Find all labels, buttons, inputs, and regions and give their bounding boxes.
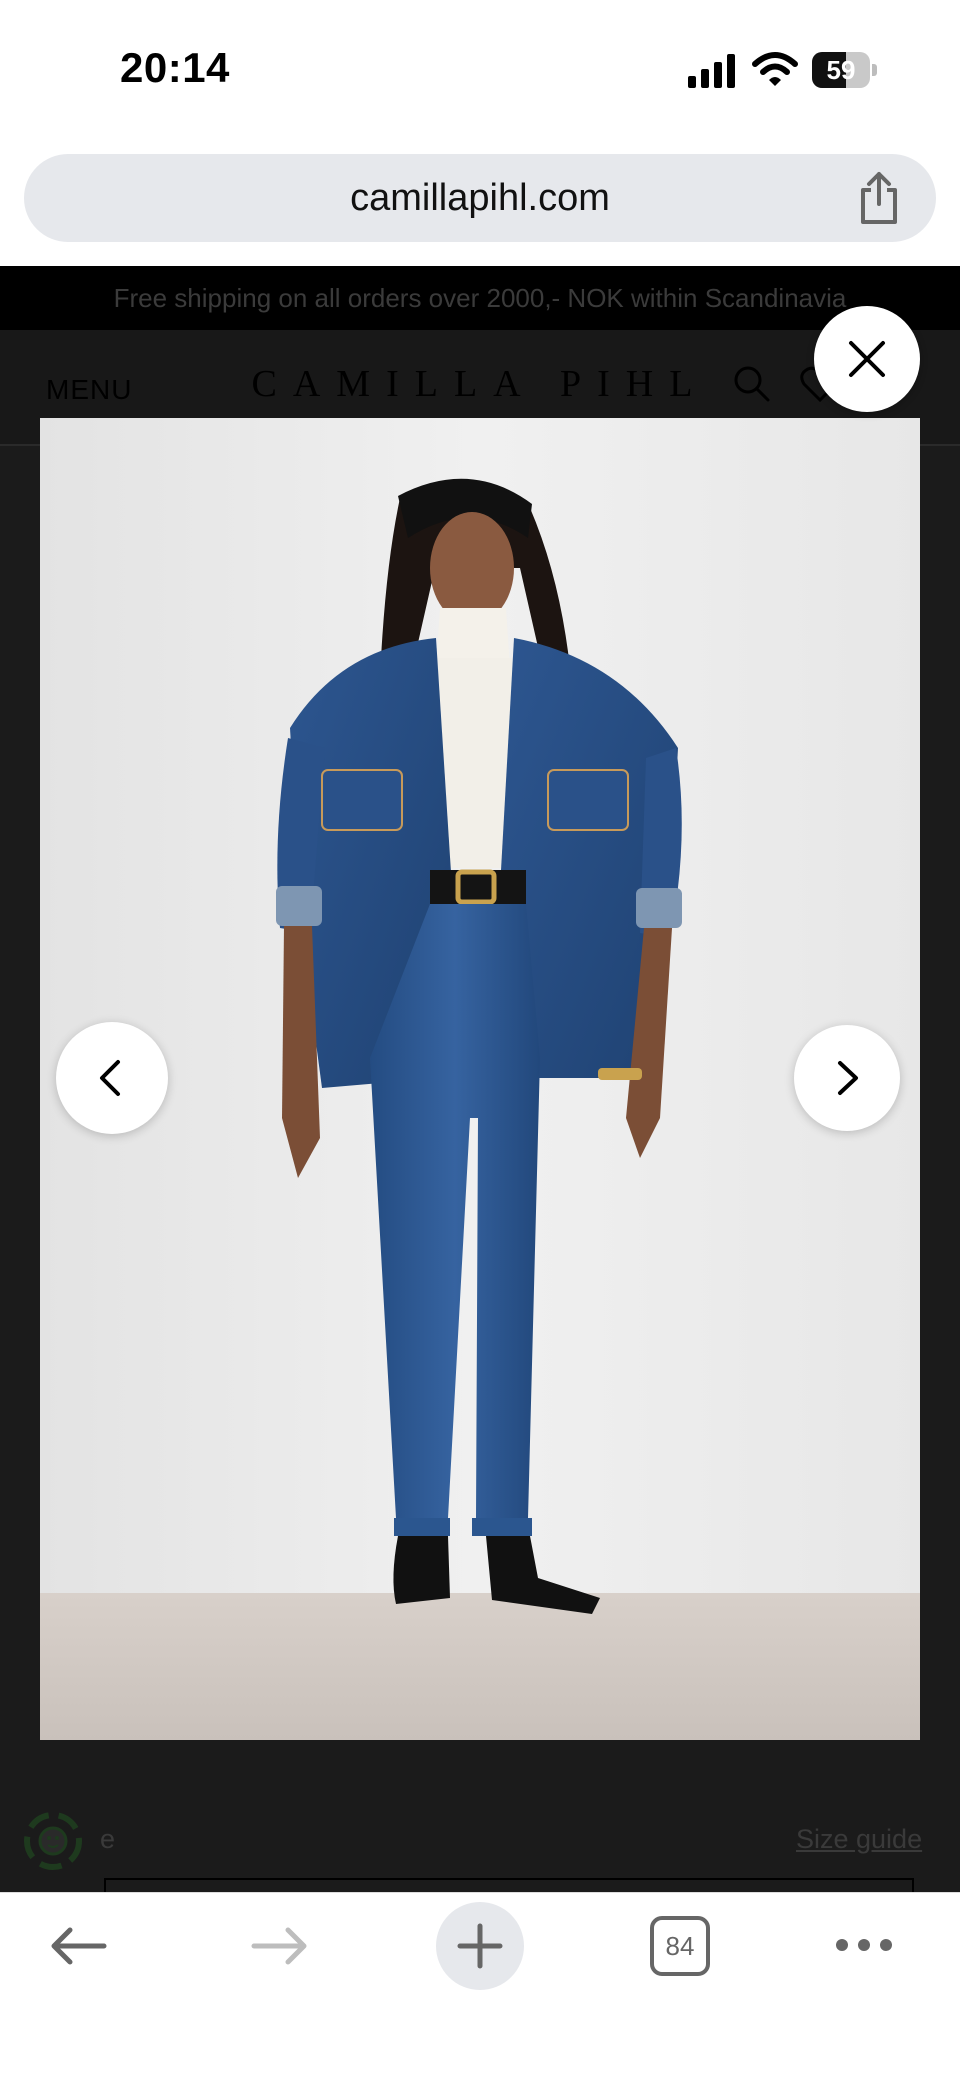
wifi-icon — [752, 52, 798, 86]
chevron-left-icon — [100, 1060, 120, 1096]
chevron-right-icon — [838, 1061, 858, 1095]
battery-level: 59 — [826, 55, 856, 85]
search-icon[interactable] — [732, 364, 772, 404]
status-time: 20:14 — [120, 44, 230, 91]
more-icon[interactable] — [834, 1930, 894, 1960]
tabs-button[interactable]: 84 — [650, 1916, 710, 1976]
close-icon — [849, 341, 885, 377]
accessibility-icon[interactable] — [18, 1806, 88, 1876]
next-image-button[interactable] — [794, 1025, 900, 1131]
product-photo — [40, 418, 920, 1740]
plus-icon — [457, 1923, 503, 1969]
previous-image-button[interactable] — [56, 1022, 168, 1134]
share-icon[interactable] — [855, 170, 903, 226]
size-label: e — [100, 1824, 116, 1854]
close-button[interactable] — [814, 306, 920, 412]
url-text[interactable]: camillapihl.com — [0, 154, 960, 242]
size-guide-link[interactable]: Size guide — [796, 1824, 922, 1855]
signal-icon — [688, 54, 735, 88]
forward-arrow-icon[interactable] — [246, 1918, 314, 1974]
battery-icon: 59 — [812, 52, 878, 88]
new-tab-button[interactable] — [436, 1902, 524, 1990]
back-arrow-icon[interactable] — [44, 1918, 112, 1974]
